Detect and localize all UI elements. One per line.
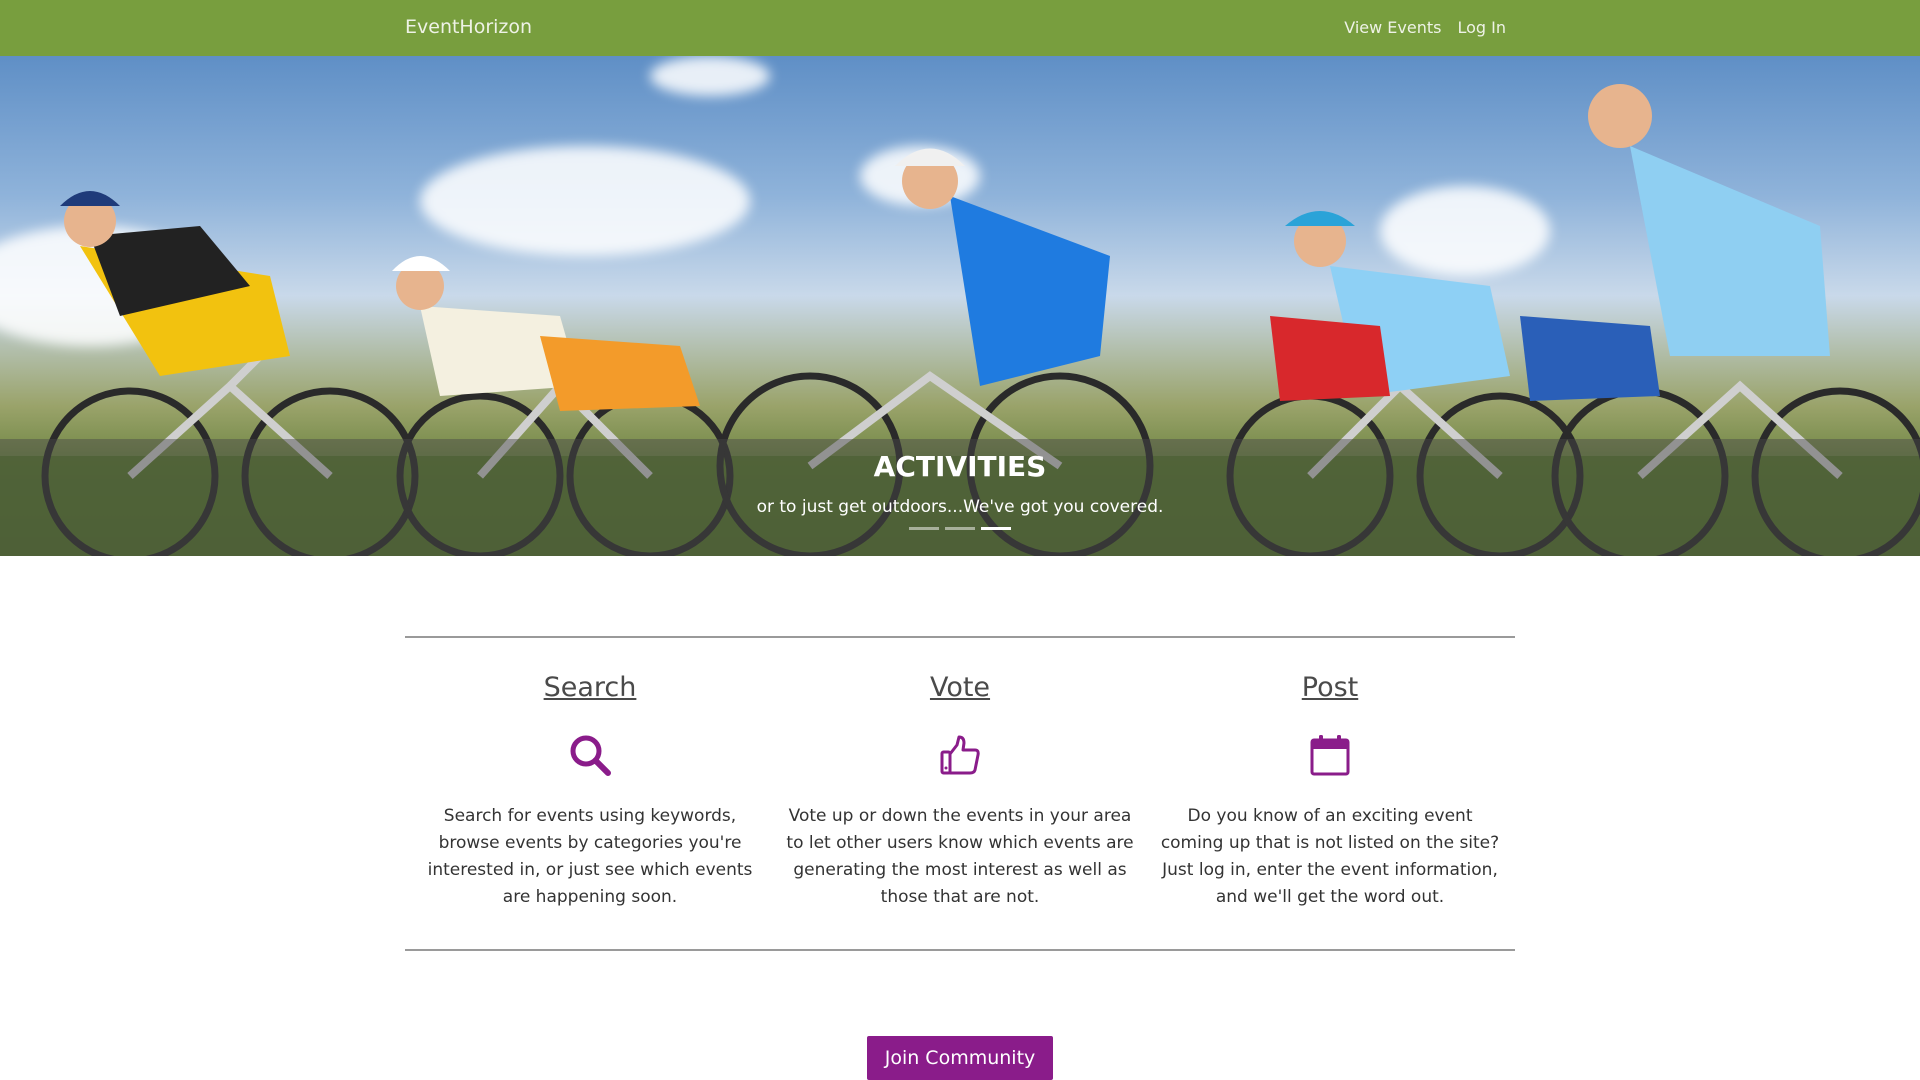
navbar: EventHorizon View Events Log In (0, 0, 1920, 56)
nav-link-log-in[interactable]: Log In (1457, 18, 1506, 37)
carousel-caption-subtitle: or to just get outdoors...We've got you … (756, 497, 1164, 517)
nav-links: View Events Log In (1344, 18, 1506, 37)
feature-post: Post Do you know of an exciting event co… (1145, 672, 1515, 911)
divider-bottom (405, 949, 1515, 951)
carousel-indicator-2[interactable] (945, 527, 975, 530)
hero-carousel: ACTIVITIES or to just get outdoors...We'… (0, 56, 1920, 556)
thumbs-up-icon (940, 735, 980, 775)
search-icon (570, 735, 611, 776)
feature-search: Search Search for events using keywords,… (405, 672, 775, 911)
feature-title-vote[interactable]: Vote (930, 672, 990, 703)
carousel-indicators (0, 527, 1920, 530)
feature-title-post[interactable]: Post (1302, 672, 1359, 703)
calendar-icon (1310, 735, 1350, 776)
carousel-indicator-3[interactable] (981, 527, 1011, 530)
feature-text-vote: Vote up or down the events in your area … (786, 806, 1134, 907)
feature-text-search: Search for events using keywords, browse… (427, 806, 753, 907)
feature-text-post: Do you know of an exciting event coming … (1160, 806, 1500, 907)
carousel-indicator-1[interactable] (909, 527, 939, 530)
feature-vote: Vote Vote up or down the events in your … (775, 672, 1145, 911)
divider-top (405, 636, 1515, 638)
join-community-button[interactable]: Join Community (867, 1036, 1053, 1080)
feature-title-search[interactable]: Search (544, 672, 637, 703)
brand-link[interactable]: EventHorizon (405, 16, 532, 38)
carousel-caption-title: ACTIVITIES (873, 450, 1047, 483)
features-section: Search Search for events using keywords,… (405, 672, 1515, 911)
nav-link-view-events[interactable]: View Events (1344, 18, 1441, 37)
